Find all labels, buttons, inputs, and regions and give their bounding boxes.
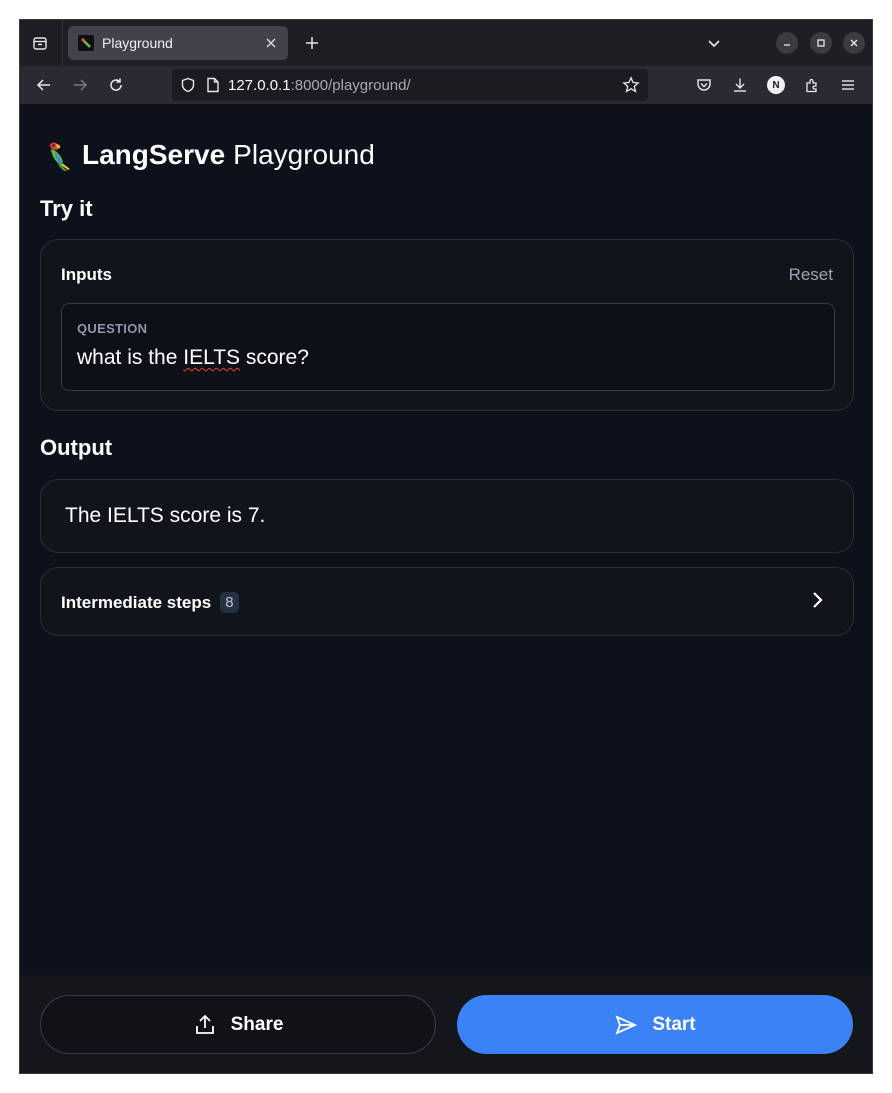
page-title: LangServe Playground — [40, 138, 375, 172]
favicon-icon — [78, 35, 94, 51]
parrot-icon — [50, 142, 70, 171]
close-window-icon[interactable] — [843, 32, 865, 54]
chevron-right-icon[interactable] — [805, 588, 829, 612]
share-label: Share — [230, 1013, 284, 1035]
download-icon[interactable] — [726, 71, 754, 99]
steps-count-badge: 8 — [220, 592, 239, 613]
page-icon[interactable] — [206, 77, 220, 93]
question-field[interactable]: QUESTION what is the IELTS score? — [61, 303, 835, 391]
tab-strip: Playground — [20, 20, 872, 66]
maximize-icon[interactable] — [810, 32, 832, 54]
inputs-card: Inputs Reset QUESTION what is the IELTS … — [40, 239, 854, 411]
minimize-icon[interactable] — [776, 32, 798, 54]
try-it-heading: Try it — [40, 196, 93, 221]
star-icon[interactable] — [622, 76, 640, 94]
menu-icon[interactable] — [834, 71, 862, 99]
url-path: :8000/playground/ — [290, 76, 411, 94]
profile-icon[interactable]: N — [762, 71, 790, 99]
start-label: Start — [652, 1013, 696, 1035]
url-bar[interactable]: 127.0.0.1:8000/playground/ — [172, 69, 648, 101]
nav-bar: 127.0.0.1:8000/playground/ N — [20, 66, 872, 104]
reset-button[interactable]: Reset — [789, 265, 833, 285]
start-button[interactable]: Start — [457, 995, 853, 1054]
pocket-icon[interactable] — [690, 71, 718, 99]
forward-icon[interactable] — [66, 71, 94, 99]
chevron-down-icon[interactable] — [700, 29, 728, 57]
browser-tab[interactable]: Playground — [68, 26, 288, 60]
question-text-end: score? — [240, 346, 309, 369]
reload-icon[interactable] — [102, 71, 130, 99]
action-bar: Share Start — [20, 975, 872, 1073]
back-icon[interactable] — [30, 71, 58, 99]
question-field-label: QUESTION — [77, 321, 148, 336]
question-input[interactable]: what is the IELTS score? — [77, 346, 309, 370]
browser-window: Playground 127.0.0.1:8000/playground/ N … — [19, 19, 873, 1074]
extensions-icon[interactable] — [798, 71, 826, 99]
plus-icon[interactable] — [298, 29, 326, 57]
app-title-brand: LangServe — [82, 139, 226, 170]
intermediate-steps-toggle[interactable]: Intermediate steps 8 — [40, 567, 854, 636]
intermediate-steps-label: Intermediate steps 8 — [61, 592, 239, 613]
share-button[interactable]: Share — [40, 995, 436, 1054]
inputs-label: Inputs — [61, 265, 112, 284]
url-host: 127.0.0.1 — [228, 76, 291, 94]
tab-title: Playground — [102, 35, 173, 51]
intermediate-steps-text: Intermediate steps — [61, 592, 212, 612]
sidebar-icon[interactable] — [26, 29, 54, 57]
app-title-suffix: Playground — [233, 139, 375, 170]
profile-initial: N — [767, 76, 785, 94]
send-icon — [614, 1013, 638, 1037]
share-icon — [193, 1013, 217, 1037]
output-card: The IELTS score is 7. — [40, 479, 854, 553]
output-text: The IELTS score is 7. — [65, 504, 266, 527]
misspelled-word: IELTS — [183, 346, 241, 369]
page-content: LangServe Playground Try it Inputs Reset… — [20, 104, 872, 975]
shield-icon[interactable] — [180, 77, 196, 93]
tab-divider — [62, 20, 63, 66]
output-heading: Output — [40, 435, 113, 460]
url-text: 127.0.0.1:8000/playground/ — [228, 77, 411, 94]
close-icon[interactable] — [260, 32, 282, 54]
question-text-start: what is the — [77, 346, 184, 369]
